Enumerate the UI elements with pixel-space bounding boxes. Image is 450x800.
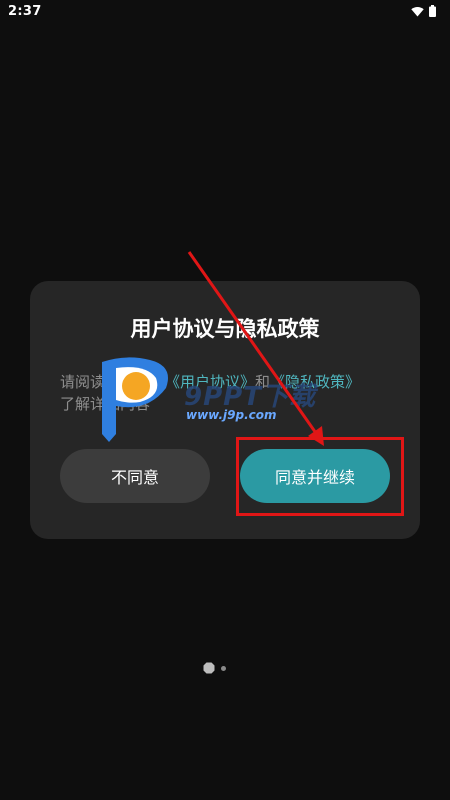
status-bar: 2:37 [0, 0, 450, 22]
page-dot [221, 665, 226, 671]
watermark-url: www.j9p.com [186, 408, 277, 422]
watermark: 9PPT下载 www.j9p.com [96, 356, 356, 444]
page-indicator [203, 662, 226, 674]
page-dot-active [203, 662, 215, 674]
battery-icon [429, 5, 436, 17]
wifi-icon [411, 6, 424, 17]
status-icons [411, 5, 436, 17]
app-screen: 2:37 用户协议与隐私政策 请阅读并完整的《用户协议》和《隐私政策》 了解详细… [0, 0, 450, 800]
status-time: 2:37 [8, 3, 42, 19]
dialog-title: 用户协议与隐私政策 [130, 317, 320, 341]
annotation-highlight-box [236, 437, 404, 516]
decline-button[interactable]: 不同意 [60, 449, 210, 503]
watermark-logo [102, 357, 168, 442]
